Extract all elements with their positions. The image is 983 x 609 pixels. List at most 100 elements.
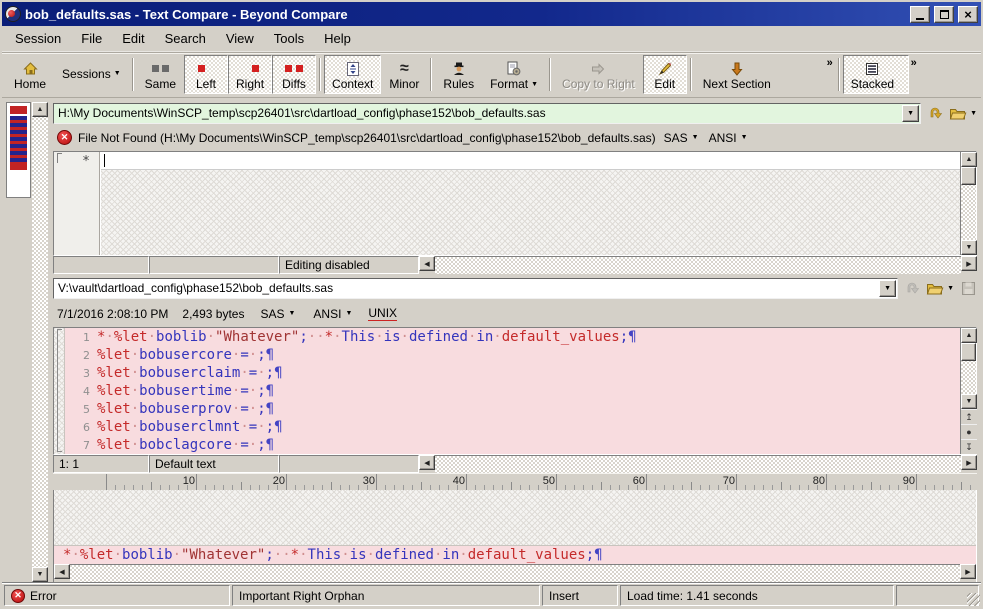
browse-folder-icon[interactable]	[949, 105, 967, 122]
same-lines-icon	[152, 60, 169, 77]
diffs-icon	[285, 60, 302, 77]
hscroll-track[interactable]	[435, 256, 961, 274]
menu-view[interactable]: View	[217, 28, 263, 49]
scroll-right-button[interactable]: ▶	[961, 256, 977, 271]
scrollbar-thumb[interactable]	[961, 343, 976, 361]
swap-sides-icon[interactable]	[926, 105, 944, 122]
toolbar-separator	[430, 58, 432, 91]
detail-current-line[interactable]: *·%let·boblib·"Whatever";··*·This·is·def…	[54, 545, 976, 564]
scroll-down-button[interactable]: ▼	[961, 240, 977, 255]
next-section-button[interactable]: Next Section	[695, 55, 792, 94]
center-diff-button[interactable]: ●	[961, 424, 977, 439]
ruler-label: 20	[259, 475, 285, 487]
menu-search[interactable]: Search	[156, 28, 215, 49]
ruler-label: 80	[799, 475, 825, 487]
code-line[interactable]: 5%let·bobuserprov·=·;¶	[65, 400, 960, 418]
minor-button[interactable]: ≈ Minor	[381, 55, 427, 94]
scroll-left-button[interactable]: ◀	[419, 256, 435, 271]
left-status-cell-2	[149, 256, 279, 274]
left-pane-path-row: H:\My Documents\WinSCP_temp\scp26401\src…	[51, 100, 979, 126]
section-bracket	[57, 153, 62, 163]
column-ruler: 102030405060708090100	[53, 473, 977, 490]
text-caret	[104, 154, 105, 167]
code-line[interactable]: 7%let·bobclagcore·=·;¶	[65, 436, 960, 454]
menu-tools[interactable]: Tools	[265, 28, 313, 49]
toolbar-overflow-chevron[interactable]: »	[827, 57, 833, 69]
scroll-up-button[interactable]: ▲	[961, 152, 977, 167]
menu-session[interactable]: Session	[6, 28, 70, 49]
scroll-down-button[interactable]: ▼	[961, 394, 977, 409]
browse-folder-icon[interactable]	[926, 280, 944, 297]
minimize-button[interactable]	[910, 6, 930, 23]
scroll-left-button[interactable]: ◀	[54, 564, 70, 579]
sessions-button[interactable]: Sessions ▼	[54, 55, 129, 94]
copy-to-right-button: Copy to Right	[554, 55, 643, 94]
close-button[interactable]: ×	[958, 6, 978, 23]
left-editor-vscrollbar[interactable]: ▲ ▼	[960, 152, 976, 255]
diff-overview-map[interactable]	[6, 102, 31, 198]
left-path-text[interactable]: H:\My Documents\WinSCP_temp\scp26401\src…	[54, 106, 902, 120]
right-editor-code[interactable]: 1*·%let·boblib·"Whatever";··*·This·is·de…	[65, 328, 960, 454]
toolbar-separator	[319, 58, 321, 91]
context-label: Context	[332, 77, 373, 91]
right-editor-vscrollbar[interactable]: ▲ ▼ ↥ ● ↧	[960, 328, 976, 454]
menu-help[interactable]: Help	[315, 28, 360, 49]
rules-button[interactable]: Rules	[435, 55, 482, 94]
session-scrollbar[interactable]: ▲ ▼	[32, 102, 48, 582]
code-line[interactable]: 2%let·bobusercore·=·;¶	[65, 346, 960, 364]
scroll-right-button[interactable]: ▶	[961, 455, 977, 470]
right-path-dropdown-button[interactable]: ▼	[879, 280, 896, 297]
format-button[interactable]: Format ▼	[482, 55, 546, 94]
left-path-combo[interactable]: H:\My Documents\WinSCP_temp\scp26401\src…	[53, 103, 921, 124]
format-label: Format	[490, 77, 528, 91]
show-right-button[interactable]: Right	[228, 55, 272, 94]
left-editor-line-1[interactable]	[101, 152, 960, 170]
menu-edit[interactable]: Edit	[113, 28, 153, 49]
code-line[interactable]: 1*·%let·boblib·"Whatever";··*·This·is·de…	[65, 328, 960, 346]
next-section-icon	[729, 60, 745, 77]
right-encoding-dropdown[interactable]: ANSI ▼	[311, 307, 354, 321]
line-number: 5	[65, 403, 97, 416]
right-path-text[interactable]: V:\vault\dartload_config\phase152\bob_de…	[54, 281, 879, 295]
next-diff-button[interactable]: ↧	[961, 439, 977, 454]
left-format-dropdown[interactable]: SAS ▼	[662, 131, 701, 145]
home-button[interactable]: Home	[6, 55, 54, 94]
edit-button[interactable]: Edit	[643, 55, 687, 94]
scroll-left-button[interactable]: ◀	[419, 455, 435, 470]
scroll-down-button[interactable]: ▼	[32, 567, 48, 582]
status-error-cell: ✕ Error	[4, 585, 230, 606]
show-diffs-button[interactable]: Diffs	[272, 55, 316, 94]
left-editor-pane[interactable]: * ▲ ▼	[53, 151, 977, 256]
copy-to-right-icon	[590, 60, 606, 77]
right-editor-pane[interactable]: 1*·%let·boblib·"Whatever";··*·This·is·de…	[53, 327, 977, 455]
show-left-button[interactable]: Left	[184, 55, 228, 94]
left-path-dropdown-button[interactable]: ▼	[902, 105, 919, 122]
left-status-cell-1	[53, 256, 149, 274]
hscroll-track[interactable]	[435, 455, 961, 473]
same-label: Same	[145, 77, 176, 91]
prev-diff-button[interactable]: ↥	[961, 409, 977, 424]
folder-dropdown-icon[interactable]: ▼	[970, 110, 977, 117]
left-encoding-dropdown[interactable]: ANSI ▼	[707, 131, 750, 145]
folder-dropdown-icon[interactable]: ▼	[947, 285, 954, 292]
chevron-down-icon: ▼	[288, 310, 295, 317]
code-line[interactable]: 4%let·bobusertime·=·;¶	[65, 382, 960, 400]
code-line[interactable]: 3%let·bobuserclaim·=·;¶	[65, 364, 960, 382]
line-ending-indicator[interactable]: UNIX	[368, 306, 397, 321]
scroll-up-button[interactable]: ▲	[961, 328, 977, 343]
scrollbar-thumb[interactable]	[961, 167, 976, 185]
comparison-area: ▲ ▼ H:\My Documents\WinSCP_temp\scp26401…	[2, 98, 981, 582]
stacked-button[interactable]: Stacked	[843, 55, 909, 94]
toolbar-overflow-chevron[interactable]: »	[911, 57, 917, 69]
right-path-combo[interactable]: V:\vault\dartload_config\phase152\bob_de…	[53, 278, 898, 299]
scroll-up-button[interactable]: ▲	[32, 102, 48, 117]
right-format-dropdown[interactable]: SAS ▼	[258, 307, 297, 321]
maximize-button[interactable]	[934, 6, 954, 23]
scroll-right-button[interactable]: ▶	[960, 564, 976, 579]
code-line[interactable]: 6%let·bobuserclmnt·=·;¶	[65, 418, 960, 436]
context-button[interactable]: Context	[324, 55, 381, 94]
hscroll-track[interactable]	[70, 564, 960, 582]
menu-file[interactable]: File	[72, 28, 111, 49]
resize-grip[interactable]	[967, 593, 980, 606]
show-same-button[interactable]: Same	[137, 55, 184, 94]
